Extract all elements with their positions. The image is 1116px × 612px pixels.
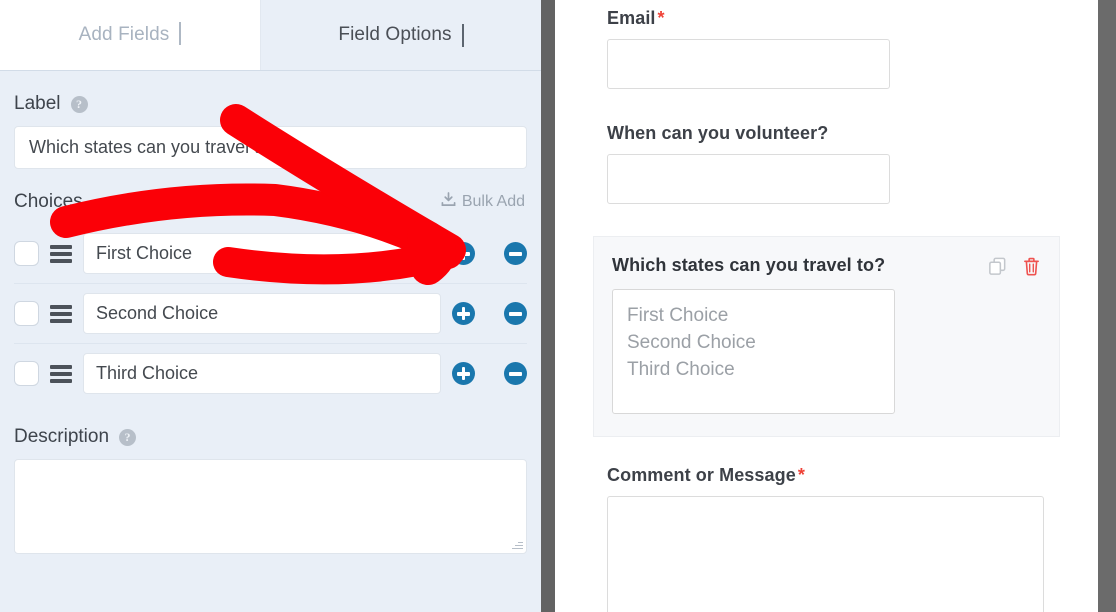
help-circle-icon[interactable]: ? bbox=[119, 428, 137, 446]
preview-field-label-text: Email bbox=[607, 8, 656, 28]
panel-divider-left bbox=[541, 0, 555, 612]
required-asterisk: * bbox=[657, 8, 665, 28]
drag-handle-icon[interactable] bbox=[50, 364, 72, 383]
label-section-heading: Label ? bbox=[14, 93, 527, 115]
choice-input[interactable] bbox=[83, 293, 441, 334]
tab-field-options-label: Field Options bbox=[338, 24, 452, 45]
choice-checkbox[interactable] bbox=[14, 301, 39, 326]
choice-row bbox=[14, 224, 527, 284]
preview-field-label: Email * bbox=[607, 8, 1046, 29]
description-wrapper bbox=[14, 459, 527, 554]
tab-field-options[interactable]: Field Options bbox=[261, 0, 541, 70]
choice-checkbox[interactable] bbox=[14, 361, 39, 386]
preview-field-active-states[interactable]: Which states can you travel to? First Ch… bbox=[593, 236, 1060, 437]
preview-email-input[interactable] bbox=[607, 39, 890, 89]
field-options-body: Label ? Choices Bulk Add bbox=[0, 71, 541, 554]
preview-field-actions bbox=[987, 255, 1041, 277]
preview-option[interactable]: Second Choice bbox=[627, 329, 880, 356]
preview-field-label: When can you volunteer? bbox=[607, 123, 1046, 144]
choice-input[interactable] bbox=[83, 233, 441, 274]
preview-active-label: Which states can you travel to? bbox=[612, 255, 886, 275]
form-preview-panel: Email * When can you volunteer? Which sta… bbox=[555, 0, 1098, 612]
preview-option[interactable]: Third Choice bbox=[627, 356, 880, 383]
choice-row bbox=[14, 284, 527, 344]
chevron-right-icon bbox=[179, 22, 182, 46]
preview-field-comment[interactable]: Comment or Message * bbox=[555, 437, 1098, 612]
tab-add-fields[interactable]: Add Fields bbox=[0, 0, 261, 70]
description-textarea[interactable] bbox=[14, 459, 527, 554]
minus-circle-icon[interactable] bbox=[504, 302, 527, 325]
preview-option[interactable]: First Choice bbox=[627, 302, 880, 329]
plus-circle-icon[interactable] bbox=[452, 302, 475, 325]
description-section-title: Description bbox=[14, 426, 110, 447]
drag-handle-icon[interactable] bbox=[50, 244, 72, 263]
choices-section-heading: Choices Bulk Add bbox=[14, 191, 527, 213]
preview-active-header: Which states can you travel to? bbox=[612, 255, 1041, 277]
choice-row bbox=[14, 344, 527, 403]
trash-icon[interactable] bbox=[1022, 256, 1041, 277]
download-tray-icon bbox=[441, 192, 456, 212]
choice-rows-list bbox=[14, 224, 527, 403]
minus-circle-icon[interactable] bbox=[504, 242, 527, 265]
preview-field-label: Comment or Message * bbox=[607, 465, 1046, 486]
bulk-add-label: Bulk Add bbox=[461, 193, 525, 210]
choices-section-title: Choices bbox=[14, 191, 83, 212]
drag-handle-icon[interactable] bbox=[50, 304, 72, 323]
plus-circle-icon[interactable] bbox=[452, 362, 475, 385]
label-input[interactable] bbox=[14, 126, 527, 169]
choice-input[interactable] bbox=[83, 353, 441, 394]
preview-multiselect-list[interactable]: First Choice Second Choice Third Choice bbox=[612, 289, 895, 414]
builder-tabs: Add Fields Field Options bbox=[0, 0, 541, 71]
preview-field-label-text: When can you volunteer? bbox=[607, 123, 829, 143]
plus-circle-icon[interactable] bbox=[452, 242, 475, 265]
preview-field-label-text: Comment or Message bbox=[607, 465, 796, 485]
field-options-panel: Add Fields Field Options Label ? Choices bbox=[0, 0, 541, 612]
tab-add-fields-label: Add Fields bbox=[78, 24, 170, 45]
description-section-heading: Description ? bbox=[14, 426, 527, 448]
panel-divider-right bbox=[1098, 0, 1116, 612]
required-asterisk: * bbox=[797, 465, 805, 485]
duplicate-icon[interactable] bbox=[987, 256, 1008, 277]
label-section-title: Label bbox=[14, 93, 61, 114]
minus-circle-icon[interactable] bbox=[504, 362, 527, 385]
bulk-add-button[interactable]: Bulk Add bbox=[441, 192, 527, 212]
form-builder-screen: Add Fields Field Options Label ? Choices bbox=[0, 0, 1116, 612]
preview-field-email[interactable]: Email * bbox=[555, 0, 1098, 89]
preview-field-volunteer[interactable]: When can you volunteer? bbox=[555, 89, 1098, 204]
choice-checkbox[interactable] bbox=[14, 241, 39, 266]
chevron-down-icon bbox=[461, 24, 464, 47]
help-circle-icon[interactable]: ? bbox=[70, 95, 88, 113]
preview-volunteer-input[interactable] bbox=[607, 154, 890, 204]
preview-comment-textarea[interactable] bbox=[607, 496, 1044, 612]
